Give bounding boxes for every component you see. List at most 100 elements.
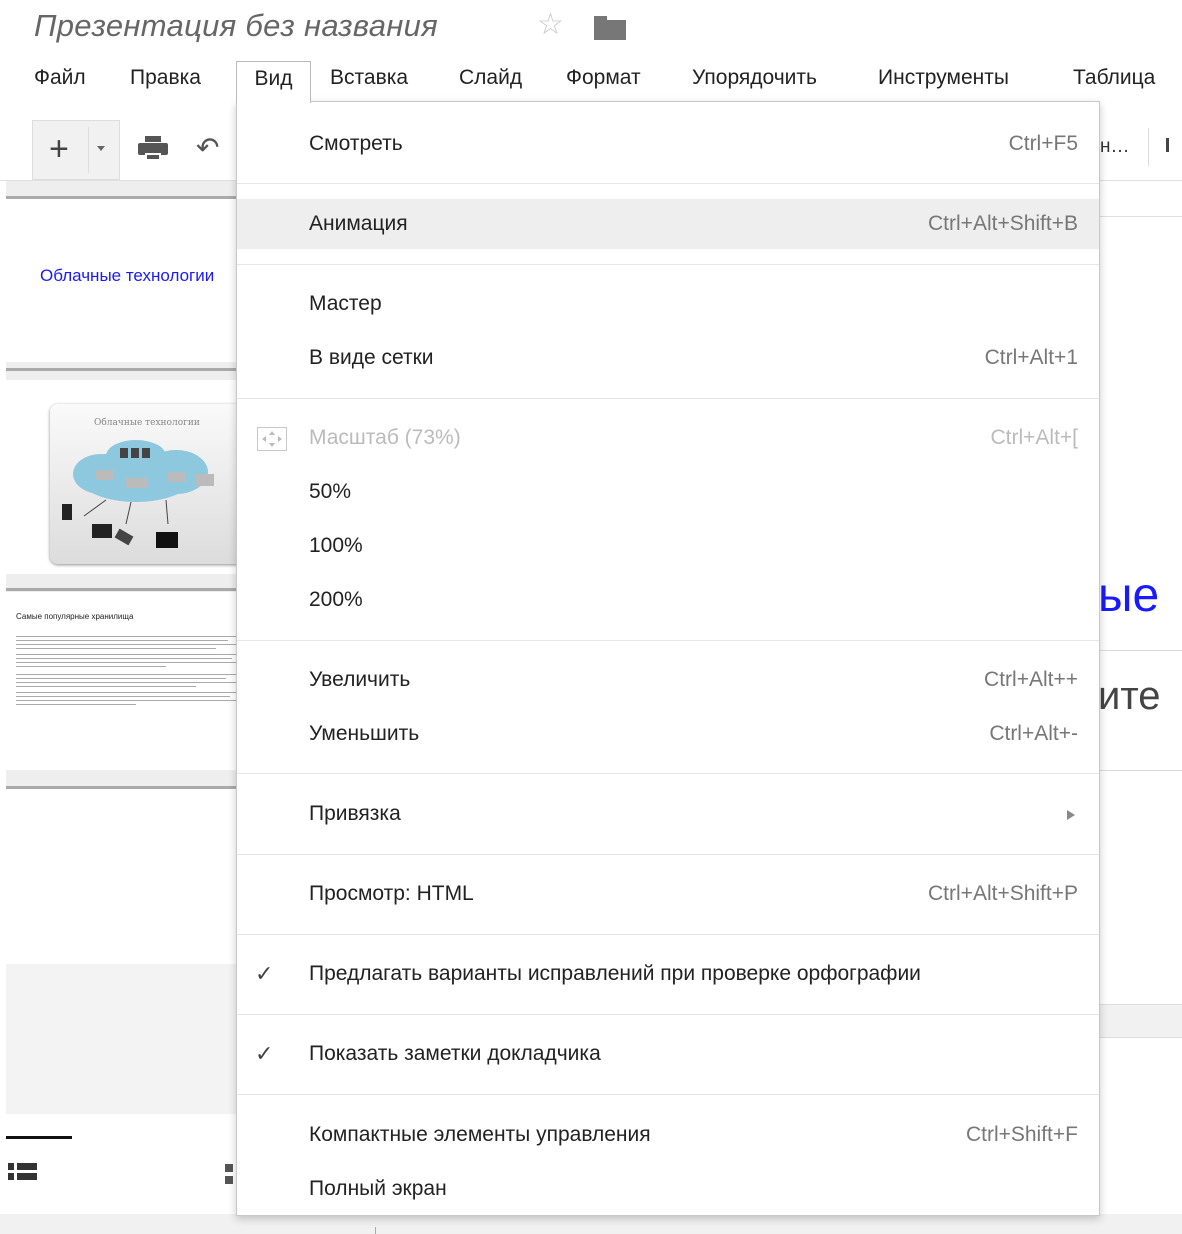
- menu-item-label: Полный экран: [309, 1177, 447, 1200]
- menu-item-label: 100%: [309, 534, 363, 557]
- menu-table[interactable]: Таблица: [1065, 61, 1163, 95]
- text-line: [16, 644, 236, 645]
- slide-divider: [6, 368, 236, 371]
- divider: [375, 1227, 376, 1234]
- text-line: [16, 640, 228, 641]
- toolbar-partial-icon[interactable]: [1166, 138, 1169, 152]
- menu-edit[interactable]: Правка: [122, 61, 209, 95]
- menu-separator: [237, 934, 1099, 935]
- zoom-fit-icon: [257, 427, 287, 451]
- menu-item-speaker-notes[interactable]: ✓ Показать заметки докладчика: [237, 1029, 1099, 1079]
- divider: [1148, 128, 1149, 166]
- menu-item-html-view[interactable]: Просмотр: HTML Ctrl+Alt+Shift+P: [237, 869, 1099, 919]
- text-line: [16, 696, 230, 697]
- menu-item-label: В виде сетки: [309, 346, 434, 369]
- menu-item-spelling-suggestions[interactable]: ✓ Предлагать варианты исправлений при пр…: [237, 949, 1099, 999]
- slide-thumbnail-3[interactable]: Самые популярные хранилища: [10, 600, 236, 740]
- menu-separator: [237, 640, 1099, 641]
- menu-item-snap-to[interactable]: Привязка: [237, 789, 1099, 839]
- slide-subtitle-fragment[interactable]: ите: [1098, 676, 1160, 716]
- filmstrip-scroll-indicator: [6, 1136, 72, 1139]
- menu-item-zoom-in[interactable]: Увеличить Ctrl+Alt++: [237, 655, 1099, 705]
- menu-item-grid-view[interactable]: В виде сетки Ctrl+Alt+1: [237, 333, 1099, 383]
- menu-item-label: 200%: [309, 588, 363, 611]
- menu-item-label: Уменьшить: [309, 722, 420, 745]
- menu-item-shortcut: Ctrl+Alt+Shift+P: [928, 882, 1078, 905]
- status-bar: [0, 1214, 1182, 1234]
- menu-item-label: Мастер: [309, 292, 382, 315]
- view-menu-dropdown: Смотреть Ctrl+F5 Анимация Ctrl+Alt+Shift…: [236, 101, 1100, 1216]
- filmstrip-empty-area: [6, 964, 236, 1114]
- menu-item-zoom-100[interactable]: 100%: [237, 521, 1099, 571]
- menu-separator: [237, 1014, 1099, 1015]
- menu-separator: [237, 264, 1099, 265]
- undo-icon[interactable]: ↶: [196, 134, 219, 162]
- menu-item-full-screen[interactable]: Полный экран: [237, 1164, 1099, 1214]
- text-line: [16, 678, 226, 679]
- menu-item-shortcut: Ctrl+Shift+F: [965, 1123, 1078, 1146]
- menu-item-compact-controls[interactable]: Компактные элементы управления Ctrl+Shif…: [237, 1110, 1099, 1160]
- menu-separator: [237, 183, 1099, 184]
- menu-item-animation[interactable]: Анимация Ctrl+Alt+Shift+B: [237, 199, 1099, 249]
- text-line: [16, 648, 216, 649]
- slide-thumbnail-3-title: Самые популярные хранилища: [16, 612, 134, 621]
- checkmark-icon: ✓: [255, 961, 274, 986]
- menu-slide[interactable]: Слайд: [451, 61, 530, 95]
- checkmark-icon: ✓: [255, 1041, 274, 1066]
- menu-tools[interactable]: Инструменты: [870, 61, 1017, 95]
- menu-item-label: Анимация: [309, 212, 408, 235]
- menu-item-label: Привязка: [309, 802, 401, 825]
- text-line: [16, 692, 236, 693]
- menu-format[interactable]: Формат: [558, 61, 649, 95]
- menu-item-zoom-200[interactable]: 200%: [237, 575, 1099, 625]
- text-line: [16, 682, 236, 683]
- menu-item-label: Смотреть: [309, 132, 403, 155]
- menu-item-master[interactable]: Мастер: [237, 279, 1099, 329]
- toolbar-truncated-label[interactable]: н…: [1100, 136, 1130, 158]
- menu-item-shortcut: Ctrl+Alt+[: [990, 426, 1078, 449]
- menu-arrange[interactable]: Упорядочить: [684, 61, 825, 95]
- menu-file[interactable]: Файл: [26, 61, 94, 95]
- chevron-down-icon[interactable]: [97, 146, 105, 151]
- menu-bar: Файл Правка Вид Вставка Слайд Формат Упо…: [0, 54, 1182, 103]
- slide-divider: [1100, 770, 1182, 771]
- menu-item-label: Увеличить: [309, 668, 411, 691]
- text-line: [16, 662, 236, 663]
- slide-thumbnail-2-title: Облачные технологии: [94, 418, 200, 428]
- star-icon[interactable]: ☆: [537, 10, 564, 40]
- new-slide-button[interactable]: +: [32, 120, 120, 180]
- slide-title-fragment[interactable]: ые: [1098, 572, 1159, 620]
- cloud-network-diagram: [62, 440, 214, 548]
- slide-thumbnail-2[interactable]: Облачные технологии: [50, 404, 250, 564]
- document-title[interactable]: Презентация без названия: [34, 8, 438, 44]
- menu-separator: [237, 854, 1099, 855]
- menu-item-label: Предлагать варианты исправлений при пров…: [309, 962, 921, 985]
- menu-separator: [237, 773, 1099, 774]
- slide-divider: [1100, 650, 1182, 651]
- menu-item-label: Показать заметки докладчика: [309, 1042, 601, 1065]
- folder-icon[interactable]: [594, 16, 626, 40]
- menu-view[interactable]: Вид: [236, 61, 311, 103]
- slide-divider: [6, 786, 236, 789]
- grid-view-icon[interactable]: [225, 1164, 233, 1184]
- menu-item-zoom-fit: Масштаб (73%) Ctrl+Alt+[: [237, 413, 1099, 463]
- text-line: [16, 700, 236, 701]
- text-line: [16, 674, 236, 675]
- menu-item-shortcut: Ctrl+F5: [1008, 132, 1078, 155]
- canvas-top-border: [1100, 216, 1182, 217]
- menu-insert[interactable]: Вставка: [322, 61, 416, 95]
- menu-item-zoom-out[interactable]: Уменьшить Ctrl+Alt+-: [237, 709, 1099, 759]
- menu-item-present[interactable]: Смотреть Ctrl+F5: [237, 119, 1099, 169]
- menu-item-label: Масштаб (73%): [309, 426, 461, 449]
- submenu-arrow-icon: [1067, 810, 1075, 820]
- menu-item-zoom-50[interactable]: 50%: [237, 467, 1099, 517]
- menu-separator: [237, 398, 1099, 399]
- menu-item-shortcut: Ctrl+Alt+-: [989, 722, 1078, 745]
- text-line: [16, 636, 236, 637]
- print-icon[interactable]: [138, 136, 168, 162]
- speaker-notes-divider[interactable]: [1100, 1004, 1182, 1038]
- menu-item-label: Просмотр: HTML: [309, 882, 474, 905]
- menu-item-label: 50%: [309, 480, 352, 503]
- slide-thumbnail-1-text[interactable]: Облачные технологии: [40, 266, 214, 286]
- menu-item-shortcut: Ctrl+Alt+1: [984, 346, 1078, 369]
